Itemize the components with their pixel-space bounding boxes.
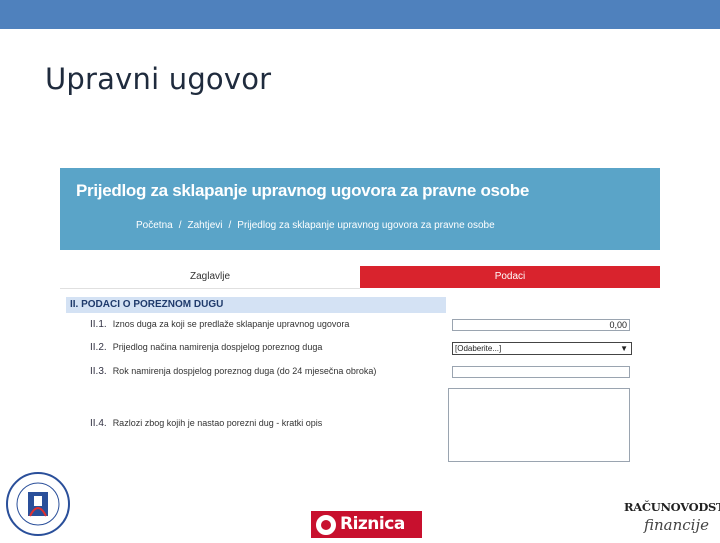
breadcrumb-separator: / (228, 220, 232, 231)
racunovodstvo-logo: RAČUNOVODSTVO financije (622, 498, 720, 540)
row-label: Razlozi zbog kojih je nastao porezni dug… (112, 418, 323, 428)
slide-title: Upravni ugovor (45, 62, 272, 96)
row-debt-reasons: II.4. Razlozi zbog kojih je nastao porezn… (90, 418, 322, 429)
riznica-wordmark: Riznica (340, 514, 405, 534)
row-settlement-method: II.2. Prijedlog načina namirenja dospjelo… (90, 342, 322, 353)
row-debt-amount: II.1. Iznos duga za koji se predlaže skla… (90, 319, 349, 330)
row-number: II.3. (90, 366, 107, 377)
settlement-deadline-input[interactable] (452, 366, 630, 378)
seal-logo (4, 470, 72, 538)
tab-header[interactable]: Zaglavlje (60, 266, 360, 289)
settlement-method-select[interactable]: [Odaberite...] ▼ (452, 342, 632, 355)
tab-data[interactable]: Podaci (360, 266, 660, 288)
row-number: II.2. (90, 342, 107, 353)
row-number: II.1. (90, 319, 107, 330)
emblem-icon (316, 515, 336, 535)
row-label: Iznos duga za koji se predlaže sklapanje… (112, 319, 350, 329)
form-header: Prijedlog za sklapanje upravnog ugovora … (60, 168, 660, 250)
breadcrumb-current: Prijedlog za sklapanje upravnog ugovora … (237, 220, 495, 231)
chevron-down-icon: ▼ (620, 344, 628, 353)
debt-reasons-textarea[interactable] (448, 388, 630, 462)
row-label: Prijedlog načina namirenja dospjelog por… (112, 342, 323, 352)
row-settlement-deadline: II.3. Rok namirenja dospjelog poreznog du… (90, 366, 376, 377)
row-number: II.4. (90, 418, 107, 429)
logo-line1: RAČUNOVODSTVO (624, 500, 720, 514)
section-title: II. PODACI O POREZNOM DUGU (66, 297, 446, 313)
row-label: Rok namirenja dospjelog poreznog duga (d… (112, 366, 377, 376)
breadcrumb-home[interactable]: Početna (136, 220, 173, 231)
top-bar (0, 0, 720, 29)
breadcrumb-requests[interactable]: Zahtjevi (187, 220, 222, 231)
debt-amount-input[interactable]: 0,00 (452, 319, 630, 331)
select-value: [Odaberite...] (455, 344, 502, 353)
tab-row: Zaglavlje Podaci (60, 266, 660, 289)
logo-line2: financije (644, 516, 709, 534)
riznica-logo: Riznica (311, 511, 422, 538)
form-title: Prijedlog za sklapanje upravnog ugovora … (76, 181, 530, 200)
form-screenshot: Prijedlog za sklapanje upravnog ugovora … (60, 168, 660, 468)
breadcrumb-separator: / (178, 220, 182, 231)
breadcrumb: Početna / Zahtjevi / Prijedlog za sklapanje … (136, 220, 495, 231)
